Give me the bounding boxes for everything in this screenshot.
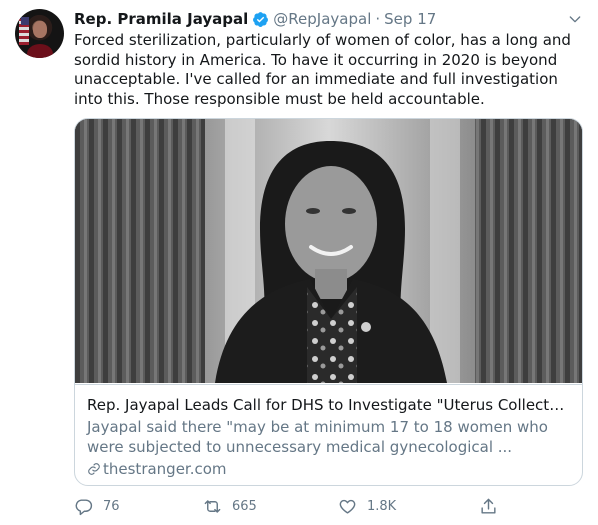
link-icon xyxy=(87,462,101,476)
link-card[interactable]: Rep. Jayapal Leads Call for DHS to Inves… xyxy=(74,118,583,486)
avatar-face xyxy=(33,21,47,38)
reply-icon xyxy=(75,498,93,515)
card-description: Jayapal said there "may be at minimum 17… xyxy=(87,418,548,456)
heart-icon xyxy=(339,499,356,514)
more-options-chevron-down-icon[interactable] xyxy=(566,10,584,28)
separator-dot: · xyxy=(375,10,381,28)
share-button[interactable] xyxy=(479,495,498,517)
reply-button[interactable]: 76 xyxy=(74,495,120,517)
share-icon xyxy=(481,498,496,514)
like-count: 1.8K xyxy=(367,498,397,514)
tweet-actions: 76 665 1.8K xyxy=(74,495,514,517)
article-photo-icon xyxy=(75,119,582,383)
display-name[interactable]: Rep. Pramila Jayapal xyxy=(74,10,248,28)
tweet-date[interactable]: Sep 17 xyxy=(384,10,436,28)
avatar[interactable] xyxy=(15,9,64,58)
card-text[interactable]: Rep. Jayapal Leads Call for DHS to Inves… xyxy=(75,384,582,485)
tweet-header: Rep. Pramila Jayapal @RepJayapal · Sep 1… xyxy=(74,9,436,29)
card-title[interactable]: Rep. Jayapal Leads Call for DHS to Inves… xyxy=(87,395,570,415)
retweet-count: 665 xyxy=(232,498,257,514)
card-domain[interactable]: thestranger.com xyxy=(87,459,570,479)
tweet-text: Forced sterilization, particularly of wo… xyxy=(74,31,571,108)
flag-canton xyxy=(21,17,29,25)
retweet-icon xyxy=(204,499,221,513)
verified-badge-icon xyxy=(252,11,269,28)
avatar-suit xyxy=(27,44,53,58)
like-button[interactable]: 1.8K xyxy=(338,495,396,517)
retweet-button[interactable]: 665 xyxy=(203,495,257,517)
reply-count: 76 xyxy=(103,498,120,514)
card-image[interactable] xyxy=(75,119,582,383)
card-domain-text: thestranger.com xyxy=(103,460,227,478)
author-handle[interactable]: @RepJayapal xyxy=(273,10,371,28)
